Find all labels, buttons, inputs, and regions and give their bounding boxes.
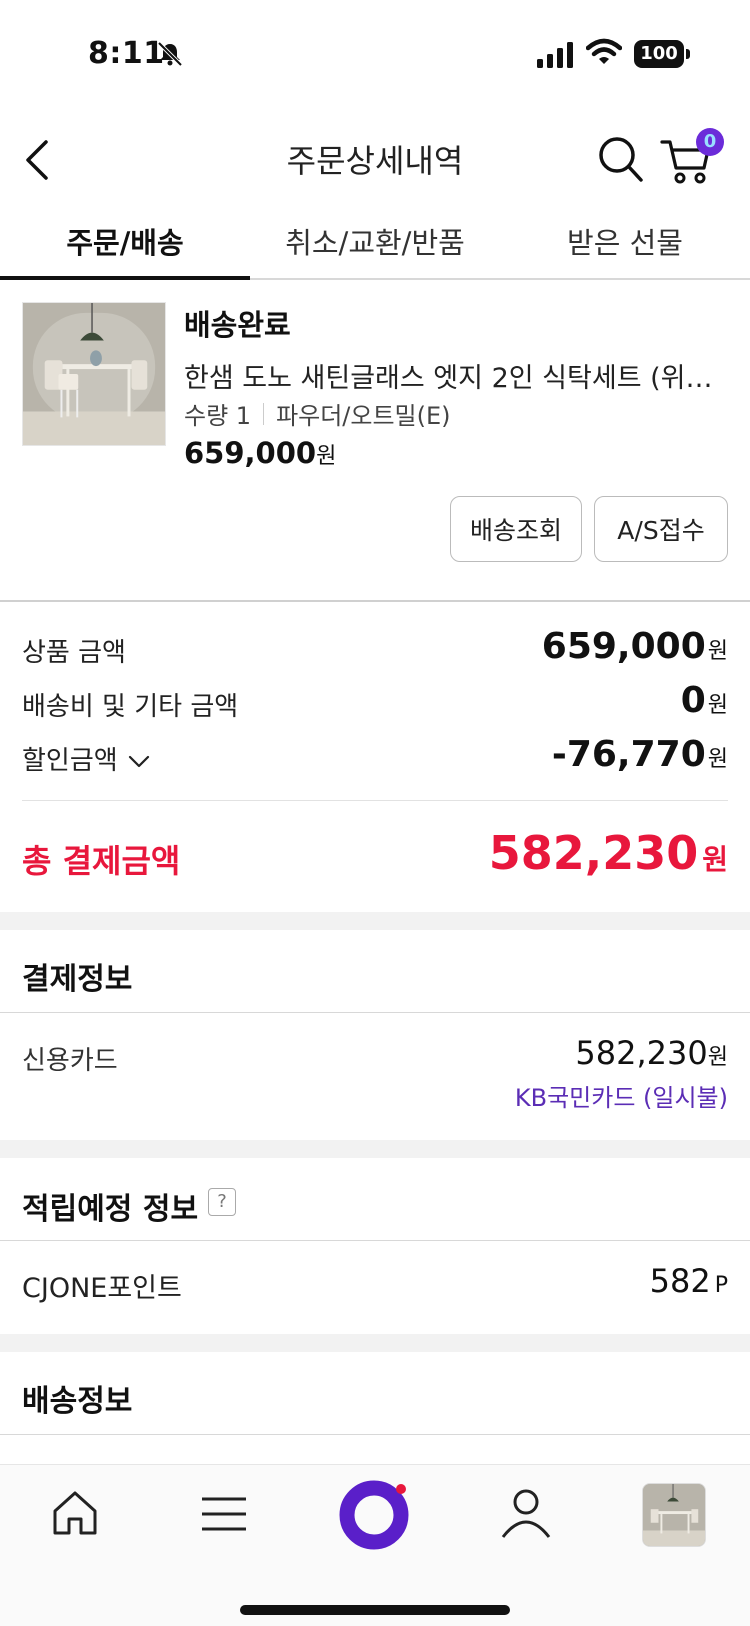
- discount-number: -76,770: [551, 734, 706, 775]
- cart-count-badge: 0: [696, 128, 724, 156]
- section-divider: [0, 1240, 750, 1241]
- product-amount-value: 659,000원: [542, 626, 728, 667]
- order-tabs: 주문/배송 취소/교환/반품 받은 선물: [0, 206, 750, 280]
- payment-card-info: KB국민카드 (일시불): [514, 1084, 728, 1112]
- section-gap: [0, 1334, 750, 1352]
- shipping-fee-row: 배송비 및 기타 금액 0원: [22, 680, 728, 724]
- amount-summary: 상품 금액 659,000원 배송비 및 기타 금액 0원 할인금액 -76,7…: [0, 604, 750, 912]
- payment-amount-number: 582,230: [575, 1034, 708, 1072]
- payment-info-title: 결제정보: [22, 962, 133, 997]
- order-product: 배송완료 한샘 도노 새틴글래스 엣지 2인 식탁세트 (위드의... 수량 1…: [0, 282, 750, 602]
- product-price-unit: 원: [316, 444, 337, 469]
- discount-label[interactable]: 할인금액: [22, 740, 150, 777]
- discount-label-text: 할인금액: [22, 746, 118, 776]
- product-price: 659,000원: [184, 436, 336, 470]
- discount-value: -76,770원: [552, 734, 728, 775]
- section-divider: [0, 1012, 750, 1013]
- delivery-status: 배송완료: [184, 308, 291, 342]
- recent-product-icon[interactable]: [642, 1483, 706, 1547]
- payment-amount: 582,230원: [575, 1034, 728, 1072]
- shipping-fee-label: 배송비 및 기타 금액: [22, 692, 239, 722]
- active-tab-indicator: [0, 276, 250, 280]
- status-time: 8:11: [88, 36, 165, 71]
- cjone-point-value: 582 P: [650, 1262, 728, 1300]
- top-header: 주문상세내역 0: [0, 110, 750, 206]
- cj-main-icon[interactable]: [338, 1477, 412, 1551]
- menu-icon[interactable]: [200, 1495, 248, 1533]
- product-options: 수량 1 파우더/오트밀(E): [184, 396, 451, 431]
- product-price-value: 659,000: [184, 436, 317, 470]
- shipping-fee-number: 0: [680, 680, 706, 721]
- battery-nub: [686, 49, 690, 59]
- option-divider: [263, 402, 265, 425]
- wifi-icon: [586, 38, 622, 64]
- my-page-icon[interactable]: [500, 1487, 552, 1539]
- tab-order-shipping[interactable]: 주문/배송: [0, 220, 250, 262]
- cjone-point-unit: P: [714, 1273, 728, 1298]
- product-quantity: 수량 1: [184, 402, 252, 430]
- discount-unit: 원: [707, 747, 728, 772]
- discount-row[interactable]: 할인금액 -76,770원: [22, 734, 728, 778]
- tab-cancel-exchange-return[interactable]: 취소/교환/반품: [250, 220, 500, 262]
- payment-method: 신용카드: [22, 1046, 118, 1076]
- product-option: 파우더/오트밀(E): [276, 402, 451, 430]
- product-amount-row: 상품 금액 659,000원: [22, 626, 728, 670]
- product-name[interactable]: 한샘 도노 새틴글래스 엣지 2인 식탁세트 (위드의...: [184, 356, 729, 395]
- bottom-navigation: [0, 1464, 750, 1626]
- cjone-point-number: 582: [649, 1262, 711, 1300]
- product-amount-label: 상품 금액: [22, 638, 126, 668]
- track-delivery-button[interactable]: 배송조회: [450, 496, 582, 562]
- product-amount-unit: 원: [707, 639, 728, 664]
- as-request-button[interactable]: A/S접수: [594, 496, 728, 562]
- amount-divider: [22, 800, 728, 801]
- status-bar: 8:11 100: [0, 0, 750, 110]
- signal-icon: [537, 42, 573, 68]
- section-gap: [0, 1140, 750, 1158]
- total-payment-label: 총 결제금액: [22, 842, 181, 880]
- home-indicator: [240, 1605, 510, 1615]
- total-payment-number: 582,230: [488, 826, 699, 880]
- cjone-point-label: CJONE포인트: [22, 1273, 182, 1304]
- shipping-fee-value: 0원: [681, 680, 728, 721]
- bell-muted-icon: [157, 41, 183, 67]
- points-info-title: 적립예정 정보: [22, 1192, 199, 1227]
- tab-received-gifts[interactable]: 받은 선물: [500, 220, 750, 262]
- product-amount-number: 659,000: [541, 626, 706, 667]
- battery-indicator: 100: [634, 40, 684, 68]
- chevron-down-icon[interactable]: [128, 755, 150, 769]
- section-gap: [0, 912, 750, 930]
- shipping-info-title: 배송정보: [22, 1384, 133, 1419]
- search-icon[interactable]: [596, 134, 644, 184]
- section-divider: [0, 1434, 750, 1435]
- home-icon[interactable]: [50, 1489, 100, 1537]
- shipping-fee-unit: 원: [707, 693, 728, 718]
- total-payment-value: 582,230 원: [489, 826, 728, 880]
- total-payment-unit: 원: [702, 843, 728, 876]
- product-thumbnail[interactable]: [22, 302, 166, 446]
- help-icon[interactable]: ?: [208, 1188, 236, 1216]
- payment-amount-unit: 원: [707, 1045, 728, 1070]
